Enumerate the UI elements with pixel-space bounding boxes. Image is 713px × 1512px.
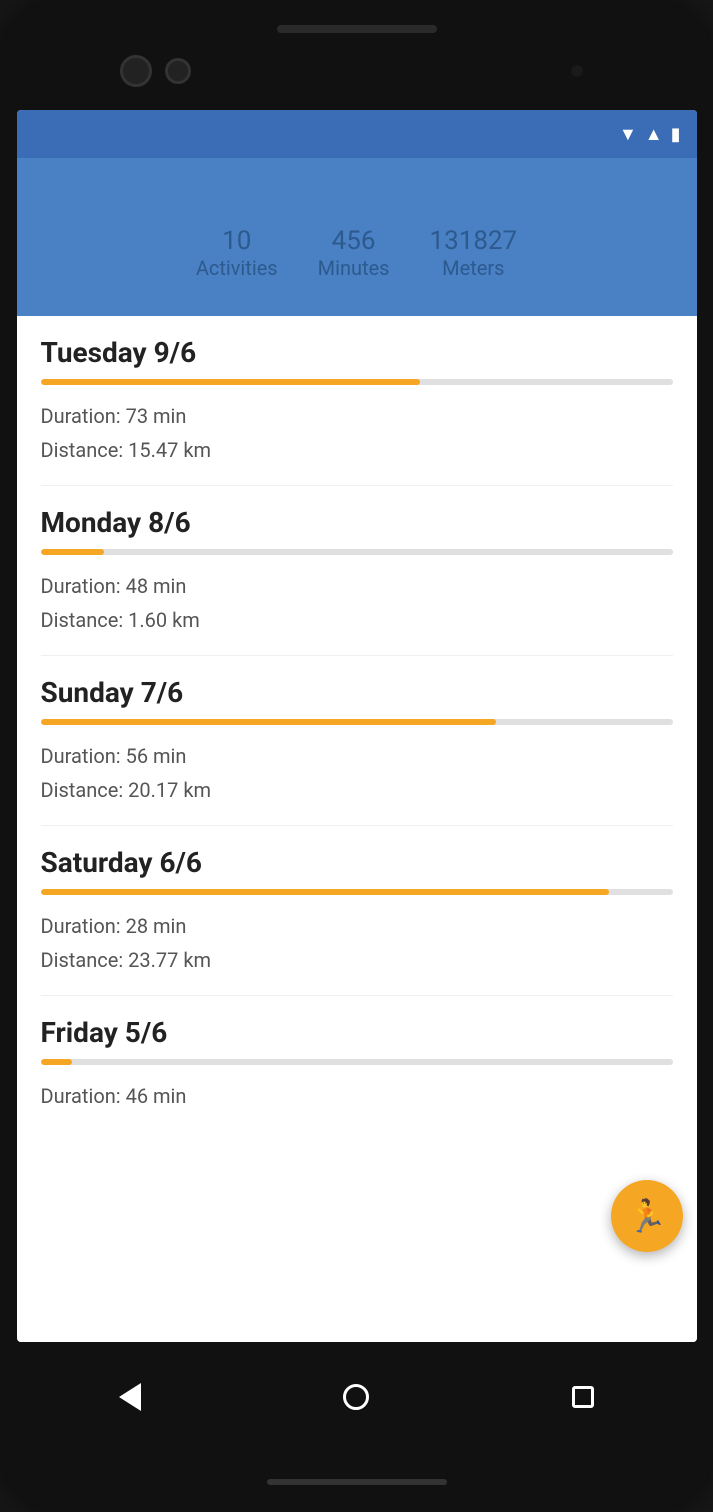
stat-number: 456 [332,226,376,256]
home-icon [343,1384,369,1410]
runner-icon: 🏃 [627,1197,667,1235]
home-button[interactable] [331,1372,381,1422]
list-item[interactable]: Monday 8/6 Duration: 48 minDistance: 1.60… [41,486,673,656]
progress-bar-fill [41,889,610,895]
camera-left [120,55,152,87]
progress-bar-container [41,549,673,555]
stat-item: 10Activities [196,226,278,280]
hero-section: 10Activities 456Minutes 131827Meters [17,158,697,316]
activity-date: Tuesday 9/6 [41,336,673,369]
stat-item: 456Minutes [318,226,390,280]
activity-duration: Duration: 48 min [41,569,673,603]
add-activity-button[interactable]: 🏃 [611,1180,683,1252]
speaker-grille [277,25,437,33]
activity-date: Friday 5/6 [41,1016,673,1049]
activity-duration: Duration: 73 min [41,399,673,433]
phone-frame: ▼ ▲ ▮ 10Activities 456Minutes 131827Meters… [0,0,713,1512]
activity-date: Monday 8/6 [41,506,673,539]
hero-stats: 10Activities 456Minutes 131827Meters [37,226,677,280]
phone-top-bar [0,0,713,110]
stat-label: Meters [442,256,504,280]
battery-icon: ▮ [671,124,681,145]
activity-date: Saturday 6/6 [41,846,673,879]
progress-bar-fill [41,379,420,385]
activity-detail: Duration: 48 minDistance: 1.60 km [41,569,673,637]
activity-distance: Distance: 1.60 km [41,603,673,637]
signal-icon: ▲ [645,124,663,145]
bottom-indicator [267,1479,447,1485]
screen: ▼ ▲ ▮ 10Activities 456Minutes 131827Meters… [17,110,697,1342]
stat-number: 10 [222,226,251,256]
recents-icon [572,1386,594,1408]
bottom-nav [17,1342,697,1452]
progress-bar-fill [41,719,496,725]
activity-distance: Distance: 20.17 km [41,773,673,807]
recents-button[interactable] [558,1372,608,1422]
activity-distance: Distance: 15.47 km [41,433,673,467]
list-item[interactable]: Friday 5/6 Duration: 46 min [41,996,673,1131]
phone-bottom-bar [0,1452,713,1512]
progress-bar-fill [41,549,104,555]
progress-bar-container [41,889,673,895]
activity-date: Sunday 7/6 [41,676,673,709]
progress-bar-container [41,1059,673,1065]
status-bar: ▼ ▲ ▮ [17,110,697,158]
activity-detail: Duration: 46 min [41,1079,673,1113]
status-icons: ▼ ▲ ▮ [619,124,681,145]
stat-label: Minutes [318,256,390,280]
progress-bar-container [41,719,673,725]
stat-label: Activities [196,256,278,280]
activity-detail: Duration: 73 minDistance: 15.47 km [41,399,673,467]
stat-item: 131827Meters [430,226,518,280]
camera-right [165,58,191,84]
stat-number: 131827 [430,226,518,256]
back-button[interactable] [105,1372,155,1422]
list-item[interactable]: Sunday 7/6 Duration: 56 minDistance: 20.1… [41,656,673,826]
wifi-icon: ▼ [619,124,637,145]
progress-bar-fill [41,1059,73,1065]
activity-duration: Duration: 28 min [41,909,673,943]
progress-bar-container [41,379,673,385]
activity-list[interactable]: Tuesday 9/6 Duration: 73 minDistance: 15.… [17,316,697,1342]
list-item[interactable]: Tuesday 9/6 Duration: 73 minDistance: 15.… [41,316,673,486]
list-item[interactable]: Saturday 6/6 Duration: 28 minDistance: 23… [41,826,673,996]
back-icon [119,1383,141,1411]
activity-detail: Duration: 28 minDistance: 23.77 km [41,909,673,977]
activity-duration: Duration: 56 min [41,739,673,773]
activity-distance: Distance: 23.77 km [41,943,673,977]
activity-duration: Duration: 46 min [41,1079,673,1113]
activity-detail: Duration: 56 minDistance: 20.17 km [41,739,673,807]
dot-sensor [571,65,583,77]
